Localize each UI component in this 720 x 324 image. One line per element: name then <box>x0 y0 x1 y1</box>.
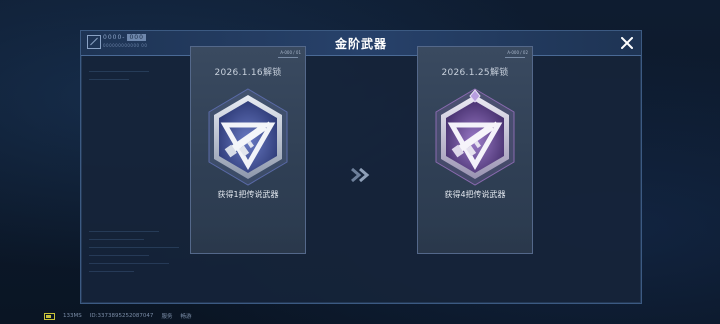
unlock-card-2[interactable]: A-000 / 02 2026.1.25解锁 获得4把传说武器 <box>417 46 533 254</box>
card-description: 获得1把传说武器 <box>217 190 279 199</box>
card-footer-shade <box>191 225 305 253</box>
card-id-code: A-000 / 02 <box>505 50 528 58</box>
status-bar: 133MS ID:3373895252087047 服务 畅游 <box>44 312 191 320</box>
close-button[interactable] <box>617 33 637 53</box>
user-id-text: ID:3373895252087047 <box>89 313 154 319</box>
server-value: 畅游 <box>180 314 192 320</box>
server-label: 服务 <box>161 314 173 320</box>
ping-text: 133MS <box>63 313 82 319</box>
double-chevron-right-icon <box>349 167 371 183</box>
purple-rifle-badge-icon <box>430 87 520 187</box>
card-unlock-date: 2026.1.16解锁 <box>214 68 282 78</box>
silver-rifle-badge-icon <box>203 87 293 187</box>
card-footer-shade <box>418 225 532 253</box>
dialog-title: 金阶武器 <box>334 37 387 51</box>
dialog-header: 0000- 000 000000000000 00 金阶武器 <box>81 31 641 56</box>
battery-icon <box>44 312 55 320</box>
unlock-card-1[interactable]: A-000 / 01 2026.1.16解锁 获得1把传说武器 <box>190 46 306 254</box>
card-description: 获得4把传说武器 <box>444 190 506 199</box>
card-id-code: A-000 / 01 <box>278 50 301 58</box>
card-unlock-date: 2026.1.25解锁 <box>441 68 509 78</box>
close-icon <box>621 37 633 49</box>
